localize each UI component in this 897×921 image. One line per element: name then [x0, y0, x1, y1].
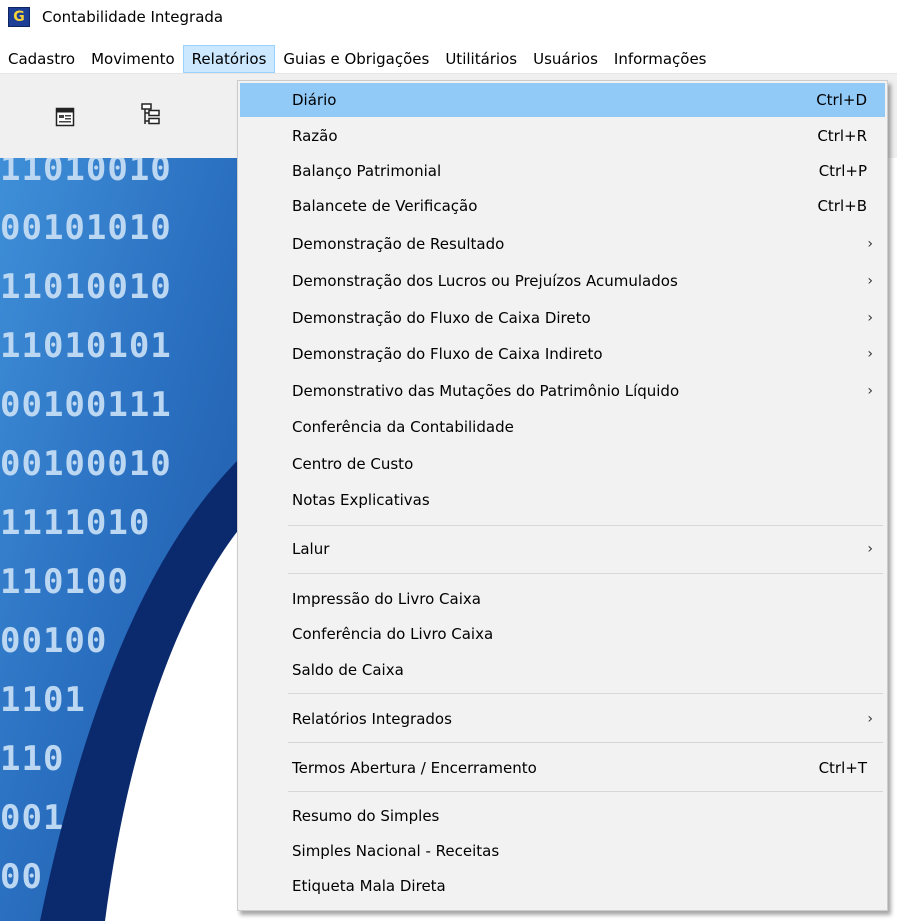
menu-item-label: Balanço Patrimonial — [292, 162, 442, 180]
binary-digits-row: 1101 — [0, 680, 86, 720]
chevron-right-icon: › — [867, 310, 873, 326]
app-icon: G — [8, 7, 30, 27]
menu-item-label: Demonstração de Resultado — [292, 235, 505, 253]
menu-item-etiqueta-mala-direta[interactable]: Etiqueta Mala Direta — [240, 869, 885, 903]
binary-digits-row: 00 — [0, 857, 43, 897]
tree-list-icon[interactable] — [136, 100, 166, 130]
menu-bar: Cadastro Movimento Relatórios Guias e Ob… — [0, 44, 897, 74]
menu-item-label: Centro de Custo — [292, 455, 414, 473]
menu-informacoes[interactable]: Informações — [606, 45, 715, 73]
menu-item-shortcut: Ctrl+D — [816, 91, 867, 109]
menu-item-balanco-patrimonial[interactable]: Balanço Patrimonial Ctrl+P — [240, 154, 885, 188]
binary-digits-row: 001 — [0, 798, 64, 838]
menu-guias-obrigacoes[interactable]: Guias e Obrigações — [275, 45, 437, 73]
menu-item-label: Saldo de Caixa — [292, 661, 404, 679]
menu-item-label: Demonstração do Fluxo de Caixa Direto — [292, 309, 591, 327]
menu-item-label: Relatórios Integrados — [292, 710, 452, 728]
menu-relatorios[interactable]: Relatórios — [182, 44, 276, 73]
menu-item-label: Impressão do Livro Caixa — [292, 590, 481, 608]
menu-item-notas-explicativas[interactable]: Notas Explicativas — [240, 483, 885, 517]
binary-digits-row: 110100 — [0, 562, 129, 602]
menu-utilitarios[interactable]: Utilitários — [437, 45, 525, 73]
menu-item-impressao-livro-caixa[interactable]: Impressão do Livro Caixa — [240, 582, 885, 616]
binary-digits-row: 00100 — [0, 621, 107, 661]
menu-item-shortcut: Ctrl+T — [818, 759, 867, 777]
menu-item-label: Razão — [292, 127, 338, 145]
chevron-right-icon: › — [867, 236, 873, 252]
binary-digits-row: 00100010 — [0, 444, 172, 484]
menu-separator — [288, 742, 883, 743]
chevron-right-icon: › — [867, 541, 873, 557]
menu-item-conferencia-livro-caixa[interactable]: Conferência do Livro Caixa — [240, 617, 885, 651]
menu-cadastro[interactable]: Cadastro — [0, 45, 83, 73]
binary-digits-row: 11010010 — [0, 267, 172, 307]
menu-item-simples-nacional-receitas[interactable]: Simples Nacional - Receitas — [240, 834, 885, 868]
menu-item-label: Demonstração dos Lucros ou Prejuízos Acu… — [292, 272, 678, 290]
binary-digits-row: 110 — [0, 739, 64, 779]
menu-item-label: Termos Abertura / Encerramento — [292, 759, 537, 777]
menu-item-shortcut: Ctrl+R — [817, 127, 867, 145]
menu-item-label: Conferência da Contabilidade — [292, 418, 514, 436]
report-window-icon[interactable] — [50, 102, 80, 132]
menu-item-conferencia-contabilidade[interactable]: Conferência da Contabilidade — [240, 410, 885, 444]
binary-digits-row: 00101010 — [0, 208, 172, 248]
background-wallpaper: 11010010 00101010 11010010 11010101 00100111… — [0, 158, 240, 921]
chevron-right-icon: › — [867, 383, 873, 399]
menu-item-label: Balancete de Verificação — [292, 197, 478, 215]
menu-item-resumo-simples[interactable]: Resumo do Simples — [240, 799, 885, 833]
menu-item-label: Demonstrativo das Mutações do Patrimônio… — [292, 382, 680, 400]
menu-separator — [288, 525, 883, 526]
menu-item-centro-custo[interactable]: Centro de Custo — [240, 447, 885, 481]
menu-item-demonstracao-resultado[interactable]: Demonstração de Resultado › — [240, 227, 885, 261]
menu-separator — [288, 693, 883, 694]
menu-item-label: Resumo do Simples — [292, 807, 440, 825]
menu-movimento[interactable]: Movimento — [83, 45, 183, 73]
menu-item-label: Notas Explicativas — [292, 491, 430, 509]
menu-item-label: Conferência do Livro Caixa — [292, 625, 494, 643]
menu-item-fluxo-caixa-direto[interactable]: Demonstração do Fluxo de Caixa Direto › — [240, 301, 885, 335]
chevron-right-icon: › — [867, 273, 873, 289]
menu-item-label: Demonstração do Fluxo de Caixa Indireto — [292, 345, 603, 363]
menu-item-label: Simples Nacional - Receitas — [292, 842, 500, 860]
menu-item-dlpa[interactable]: Demonstração dos Lucros ou Prejuízos Acu… — [240, 264, 885, 298]
relatorios-dropdown-menu: Diário Ctrl+D Razão Ctrl+R Balanço Patri… — [237, 80, 888, 911]
menu-item-balancete-verificacao[interactable]: Balancete de Verificação Ctrl+B — [240, 189, 885, 223]
menu-item-mutacoes-pl[interactable]: Demonstrativo das Mutações do Patrimônio… — [240, 374, 885, 408]
window-title: Contabilidade Integrada — [42, 8, 224, 26]
menu-item-razao[interactable]: Razão Ctrl+R — [240, 119, 885, 153]
menu-item-termos-abertura-encerramento[interactable]: Termos Abertura / Encerramento Ctrl+T — [240, 751, 885, 785]
menu-item-shortcut: Ctrl+P — [818, 162, 867, 180]
menu-item-lalur[interactable]: Lalur › — [240, 532, 885, 566]
binary-digits-row: 11010101 — [0, 326, 172, 366]
menu-item-saldo-caixa[interactable]: Saldo de Caixa — [240, 653, 885, 687]
binary-digits-row: 11010010 — [0, 158, 172, 189]
menu-item-diario[interactable]: Diário Ctrl+D — [240, 83, 885, 117]
title-bar: G Contabilidade Integrada — [0, 0, 897, 34]
menu-item-fluxo-caixa-indireto[interactable]: Demonstração do Fluxo de Caixa Indireto … — [240, 337, 885, 371]
chevron-right-icon: › — [867, 346, 873, 362]
binary-digits-row: 1111010 — [0, 503, 150, 543]
menu-usuarios[interactable]: Usuários — [525, 45, 606, 73]
menu-separator — [288, 573, 883, 574]
menu-item-relatorios-integrados[interactable]: Relatórios Integrados › — [240, 702, 885, 736]
menu-item-label: Lalur — [292, 540, 330, 558]
menu-item-label: Diário — [292, 91, 337, 109]
menu-separator — [288, 791, 883, 792]
menu-item-shortcut: Ctrl+B — [817, 197, 867, 215]
binary-digits-row: 00100111 — [0, 385, 172, 425]
menu-item-label: Etiqueta Mala Direta — [292, 877, 446, 895]
chevron-right-icon: › — [867, 711, 873, 727]
